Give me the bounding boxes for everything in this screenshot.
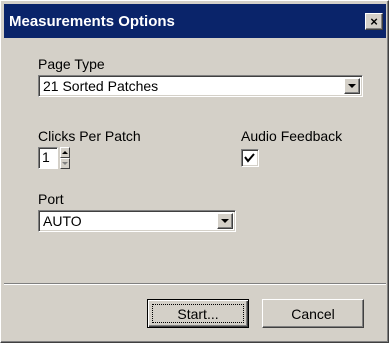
port-select[interactable]: AUTO: [38, 210, 236, 232]
port-label: Port: [38, 191, 64, 207]
page-type-value: 21 Sorted Patches: [43, 78, 159, 94]
arrow-down-icon: [62, 162, 68, 165]
audio-feedback-label: Audio Feedback: [241, 128, 343, 144]
window-title: Measurements Options: [9, 12, 175, 30]
arrow-up-icon: [62, 151, 68, 154]
title-bar[interactable]: Measurements Options ×: [4, 4, 386, 38]
focus-ring: [152, 304, 244, 323]
checkmark-icon: [244, 153, 255, 163]
clicks-per-patch-input[interactable]: 1: [38, 147, 58, 169]
close-icon: ×: [370, 14, 378, 29]
page-type-dropdown-button[interactable]: [344, 78, 360, 94]
start-button[interactable]: Start...: [147, 299, 249, 328]
chevron-down-icon: [221, 219, 229, 223]
clicks-per-patch-label: Clicks Per Patch: [38, 128, 141, 144]
cancel-button[interactable]: Cancel: [262, 299, 364, 328]
close-button[interactable]: ×: [365, 13, 383, 30]
port-value: AUTO: [43, 213, 82, 229]
audio-feedback-checkbox[interactable]: [241, 149, 259, 167]
measurements-options-dialog: Measurements Options × Page Type 21 Sort…: [0, 0, 389, 343]
cancel-button-label: Cancel: [291, 305, 335, 322]
separator: [4, 283, 386, 285]
chevron-down-icon: [348, 84, 356, 88]
clicks-per-patch-spinner: [60, 147, 70, 169]
spin-down-button[interactable]: [60, 158, 70, 169]
spin-up-button[interactable]: [60, 147, 70, 158]
page-type-select[interactable]: 21 Sorted Patches: [38, 75, 363, 97]
page-type-label: Page Type: [38, 56, 105, 72]
port-dropdown-button[interactable]: [217, 213, 233, 229]
